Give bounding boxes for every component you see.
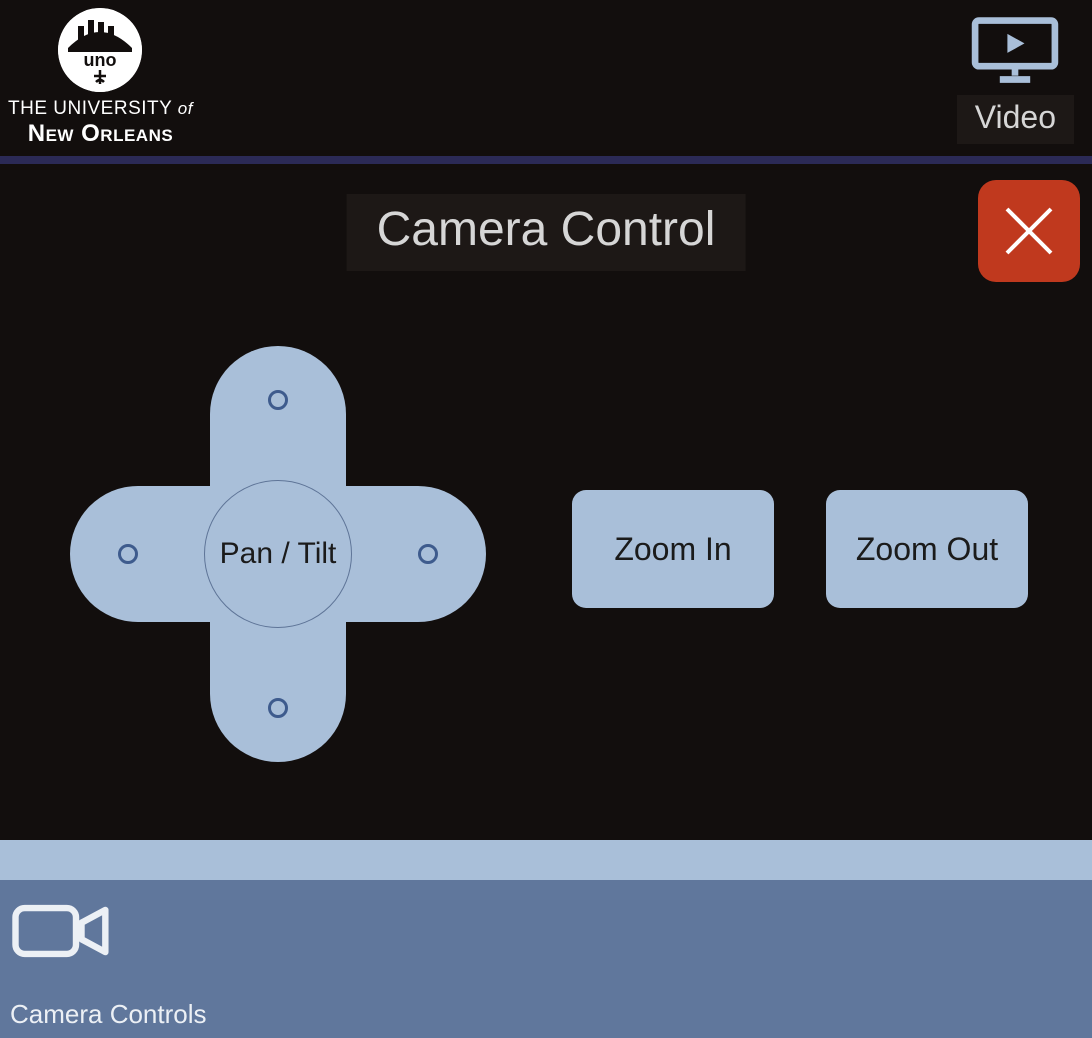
video-shortcut[interactable]: Video (957, 13, 1074, 144)
zoom-in-label: Zoom In (614, 531, 731, 568)
logo-text-line1: THE UNIVERSITY of (8, 98, 193, 120)
zoom-in-button[interactable]: Zoom In (572, 490, 774, 608)
svg-text:uno: uno (84, 50, 117, 70)
header-bar: uno THE UNIVERSITY of New Orleans Video (0, 0, 1092, 164)
footer-label: Camera Controls (10, 999, 1082, 1030)
footer-divider (0, 840, 1092, 880)
page-title: Camera Control (347, 194, 746, 271)
dpad-center-label: Pan / Tilt (220, 537, 337, 571)
logo-circle-icon: uno (58, 8, 142, 92)
video-label: Video (957, 95, 1074, 144)
footer-bar[interactable]: Camera Controls (0, 880, 1092, 1038)
zoom-out-button[interactable]: Zoom Out (826, 490, 1028, 608)
camera-icon (10, 898, 120, 964)
tilt-up-button[interactable] (268, 390, 288, 410)
tilt-down-button[interactable] (268, 698, 288, 718)
pan-left-button[interactable] (118, 544, 138, 564)
university-logo: uno THE UNIVERSITY of New Orleans (8, 8, 193, 148)
main-panel: Camera Control Pan / Tilt Zoom In Zoom O… (0, 164, 1092, 840)
pan-tilt-dpad: Pan / Tilt (70, 346, 486, 762)
close-icon (999, 201, 1059, 261)
zoom-out-label: Zoom Out (856, 531, 998, 568)
monitor-play-icon (967, 13, 1063, 89)
pan-right-button[interactable] (418, 544, 438, 564)
dpad-center-button[interactable]: Pan / Tilt (204, 480, 352, 628)
close-button[interactable] (978, 180, 1080, 282)
logo-text-line2: New Orleans (28, 120, 173, 148)
